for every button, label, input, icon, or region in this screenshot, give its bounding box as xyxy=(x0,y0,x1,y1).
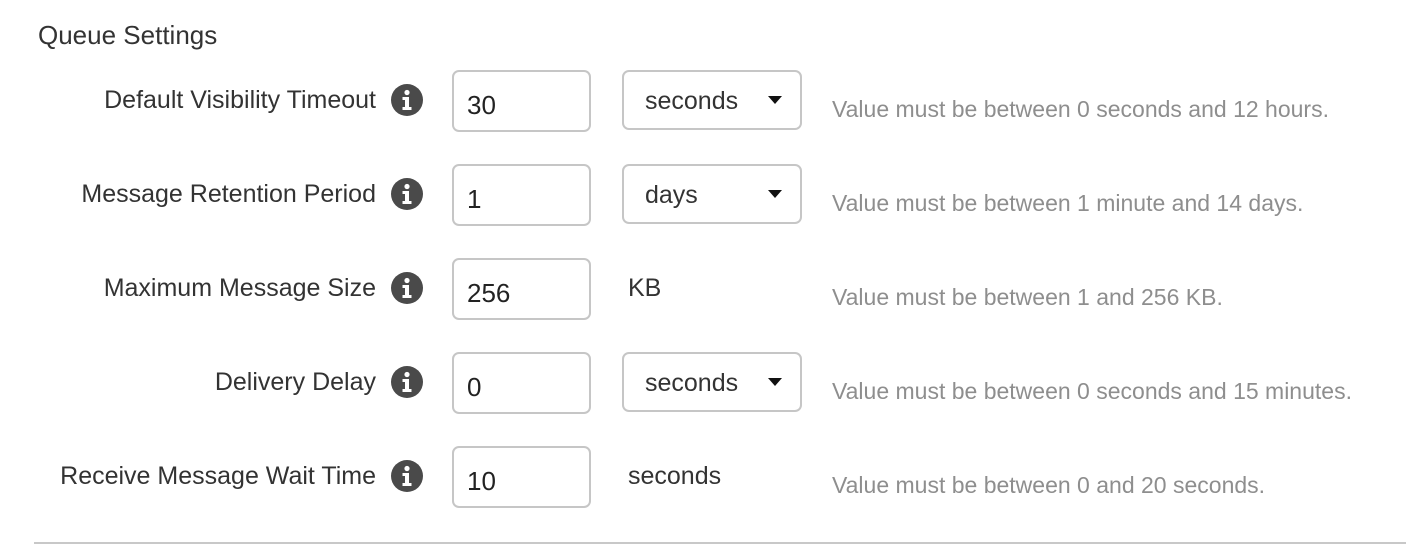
setting-label: Default Visibility Timeout xyxy=(104,86,376,114)
select-value: seconds xyxy=(645,369,739,397)
retention-period-unit-select[interactable]: days xyxy=(622,164,802,224)
info-icon[interactable] xyxy=(391,178,423,210)
unit-label: KB xyxy=(628,274,662,302)
select-value: seconds xyxy=(645,87,739,115)
unit-label: seconds xyxy=(628,462,722,490)
setting-row-retention-period: Message Retention Period days Value must… xyxy=(0,164,1418,226)
setting-label: Message Retention Period xyxy=(81,180,376,208)
max-message-size-input[interactable] xyxy=(452,258,591,320)
delivery-delay-input[interactable] xyxy=(452,352,591,414)
help-text: Value must be between 0 seconds and 15 m… xyxy=(832,378,1352,404)
info-icon[interactable] xyxy=(391,366,423,398)
caret-down-icon xyxy=(768,378,782,386)
help-text: Value must be between 1 minute and 14 da… xyxy=(832,190,1304,216)
section-divider xyxy=(34,542,1406,544)
help-text: Value must be between 1 and 256 KB. xyxy=(832,284,1223,310)
delivery-delay-unit-select[interactable]: seconds xyxy=(622,352,802,412)
setting-row-receive-wait-time: Receive Message Wait Time seconds Value … xyxy=(0,446,1418,508)
help-text: Value must be between 0 and 20 seconds. xyxy=(832,472,1266,498)
setting-label: Maximum Message Size xyxy=(103,274,376,302)
receive-wait-time-input[interactable] xyxy=(452,446,591,508)
retention-period-input[interactable] xyxy=(452,164,591,226)
setting-row-delivery-delay: Delivery Delay seconds Value must be bet… xyxy=(0,352,1418,414)
info-icon[interactable] xyxy=(391,460,423,492)
info-icon[interactable] xyxy=(391,272,423,304)
select-value: days xyxy=(645,181,698,209)
caret-down-icon xyxy=(768,190,782,198)
caret-down-icon xyxy=(768,96,782,104)
visibility-timeout-input[interactable] xyxy=(452,70,591,132)
setting-row-max-message-size: Maximum Message Size KB Value must be be… xyxy=(0,258,1418,320)
info-icon[interactable] xyxy=(391,84,423,116)
help-text: Value must be between 0 seconds and 12 h… xyxy=(832,96,1329,122)
setting-label: Delivery Delay xyxy=(214,368,376,396)
visibility-timeout-unit-select[interactable]: seconds xyxy=(622,70,802,130)
setting-row-visibility-timeout: Default Visibility Timeout seconds Value… xyxy=(0,70,1418,132)
setting-label: Receive Message Wait Time xyxy=(60,462,376,490)
section-title: Queue Settings xyxy=(38,20,218,50)
